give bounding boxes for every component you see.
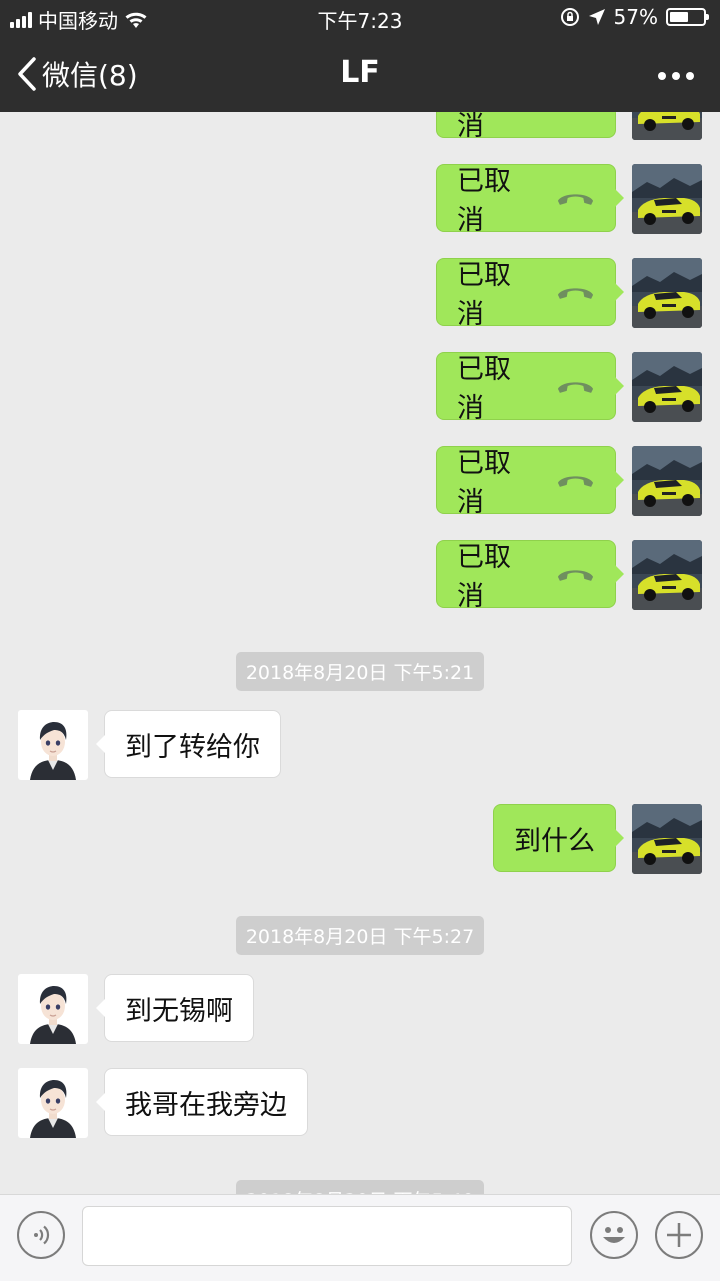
message-row-outgoing-call: 已取消 xyxy=(0,164,720,236)
more-icon[interactable] xyxy=(656,56,696,96)
voice-button[interactable] xyxy=(17,1211,65,1259)
message-row-incoming: 到无锡啊 xyxy=(0,974,720,1044)
orientation-lock-icon xyxy=(560,8,579,26)
call-status-label: 已取消 xyxy=(457,166,511,236)
call-status-label: 已取消 xyxy=(457,354,511,424)
message-bubble[interactable]: 到什么 xyxy=(493,804,624,872)
call-bubble[interactable]: 已取消 xyxy=(436,352,624,424)
top-bar: 中国移动 下午7:23 57% 微信(8) LF xyxy=(0,0,720,112)
phone-hangup-icon xyxy=(556,471,595,489)
battery-icon xyxy=(666,8,709,26)
avatar[interactable] xyxy=(632,352,702,422)
avatar[interactable] xyxy=(18,710,88,780)
phone-hangup-icon xyxy=(556,283,595,301)
call-bubble[interactable]: 已取消 xyxy=(436,540,624,612)
battery-percent: 57% xyxy=(613,5,658,29)
avatar[interactable] xyxy=(18,1068,88,1138)
emoji-button[interactable] xyxy=(590,1211,638,1259)
message-row-incoming: 到了转给你 xyxy=(0,710,720,780)
call-status-label: 已取消 xyxy=(457,542,511,612)
message-bubble[interactable]: 到了转给你 xyxy=(96,710,281,778)
input-bar xyxy=(0,1194,720,1281)
message-input[interactable] xyxy=(82,1206,572,1266)
message-row-outgoing-call: 已取消 xyxy=(0,352,720,424)
avatar[interactable] xyxy=(632,258,702,328)
message-text: 我哥在我旁边 xyxy=(125,1089,287,1121)
call-bubble[interactable]: 已取消 xyxy=(436,446,624,518)
avatar[interactable] xyxy=(18,974,88,1044)
message-text: 到什么 xyxy=(514,825,595,857)
message-bubble[interactable]: 到无锡啊 xyxy=(96,974,254,1042)
nav-bar: 微信(8) LF xyxy=(0,40,720,112)
message-row-outgoing-call: 已取消 xyxy=(0,446,720,518)
voice-icon xyxy=(34,1225,50,1245)
phone-hangup-icon xyxy=(556,377,595,395)
timestamp: 2018年8月20日 下午5:21 xyxy=(0,652,720,691)
battery-level xyxy=(670,12,688,22)
phone-hangup-icon xyxy=(556,565,595,583)
plus-button[interactable] xyxy=(655,1211,703,1259)
call-status-label: 已取消 xyxy=(457,260,511,330)
message-bubble[interactable]: 我哥在我旁边 xyxy=(96,1068,308,1136)
message-text: 到无锡啊 xyxy=(125,995,233,1027)
timestamp-label: 2018年8月20日 下午5:27 xyxy=(235,916,485,955)
avatar[interactable] xyxy=(632,540,702,610)
phone-hangup-icon xyxy=(556,189,595,207)
call-status-label: 已取消 xyxy=(457,448,511,518)
chat-title: LF xyxy=(340,55,380,90)
message-text: 到了转给你 xyxy=(125,731,260,763)
avatar[interactable] xyxy=(632,164,702,234)
status-bar: 中国移动 下午7:23 57% xyxy=(0,0,720,36)
avatar[interactable] xyxy=(632,804,702,874)
emoji-icon xyxy=(603,1227,625,1243)
message-row-outgoing-call: 已取消 xyxy=(0,258,720,330)
timestamp: 2018年8月20日 下午5:27 xyxy=(0,916,720,955)
plus-icon xyxy=(667,1223,691,1247)
call-bubble[interactable]: 已取消 xyxy=(436,258,624,330)
call-bubble[interactable]: 已取消 xyxy=(436,164,624,236)
timestamp-label: 2018年8月20日 下午5:21 xyxy=(235,652,485,691)
message-row-outgoing: 到什么 xyxy=(0,804,720,874)
message-row-incoming: 我哥在我旁边 xyxy=(0,1068,720,1138)
avatar[interactable] xyxy=(632,446,702,516)
location-icon xyxy=(588,9,605,25)
message-row-outgoing-call: 已取消 xyxy=(0,540,720,612)
